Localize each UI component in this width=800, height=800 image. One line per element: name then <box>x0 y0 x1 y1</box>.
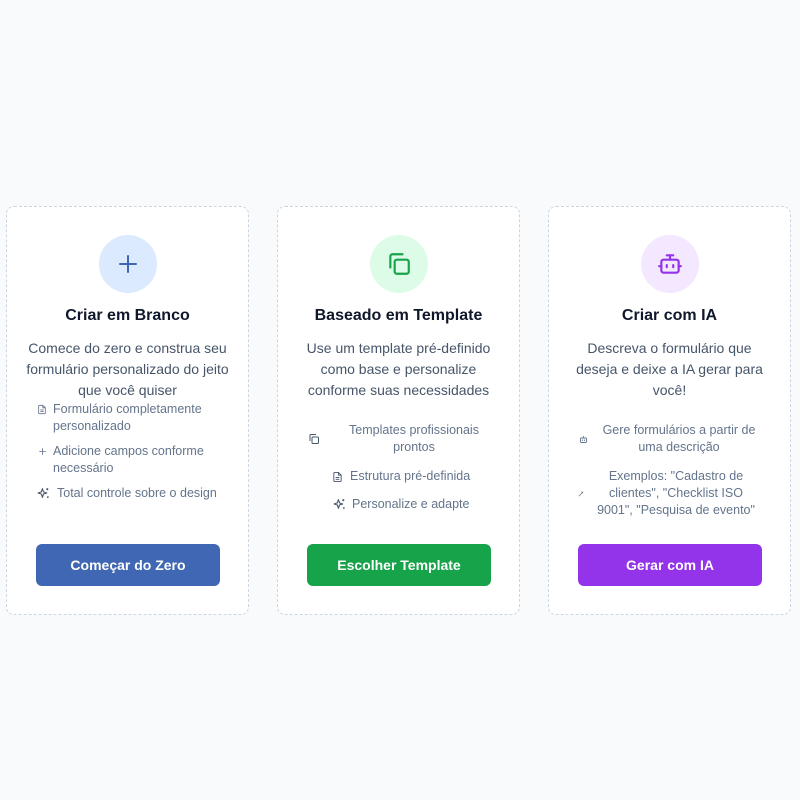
feature-text: Templates profissionais prontos <box>349 423 479 454</box>
sparkles-icon <box>332 496 346 513</box>
feature-item: Templates profissionais prontos <box>306 422 496 456</box>
sparkles-icon <box>35 485 51 502</box>
card-title: Baseado em Template <box>314 307 483 324</box>
feature-item: Estrutura pré-definida <box>330 468 480 485</box>
feature-text: Formulário completamente personalizado <box>53 402 202 433</box>
file-text-icon <box>35 401 49 418</box>
feature-item: Exemplos: "Cadastro de clientes", "Check… <box>577 468 761 519</box>
card-description: Use um template pré-definido como base e… <box>306 340 491 398</box>
bot-icon <box>640 235 699 293</box>
wand-icon <box>577 468 585 519</box>
feature-item: Formulário completamente personalizado <box>35 401 235 435</box>
card-ai[interactable]: Criar com IA Descreva o formulário que d… <box>548 206 791 615</box>
card-title: Criar com IA <box>621 307 718 324</box>
generate-with-ai-button[interactable]: Gerar com IA <box>578 544 762 586</box>
card-blank[interactable]: Criar em Branco Comece do zero e constru… <box>6 206 249 615</box>
choose-template-button[interactable]: Escolher Template <box>307 544 491 586</box>
feature-item: Personalize e adapte <box>332 496 482 513</box>
file-text-icon <box>330 468 344 485</box>
start-from-scratch-button[interactable]: Começar do Zero <box>36 544 220 586</box>
feature-text: Personalize e adapte <box>352 497 470 511</box>
feature-text: Exemplos: "Cadastro de clientes", "Check… <box>597 469 755 517</box>
copy-icon <box>369 235 428 293</box>
creation-options: Criar em Branco Comece do zero e constru… <box>0 0 800 800</box>
feature-item: Gere formulários a partir de uma descriç… <box>577 422 761 456</box>
plus-icon <box>35 443 49 460</box>
card-title: Criar em Branco <box>65 307 190 324</box>
plus-icon <box>98 235 157 293</box>
feature-text: Estrutura pré-definida <box>350 469 471 483</box>
bot-icon <box>577 422 589 456</box>
feature-text: Adicione campos conforme necessário <box>53 444 204 475</box>
copy-icon <box>306 422 322 456</box>
feature-text: Total controle sobre o design <box>57 486 217 500</box>
feature-item: Adicione campos conforme necessário <box>35 443 235 477</box>
card-description: Descreva o formulário que deseja e deixe… <box>576 340 763 398</box>
feature-text: Gere formulários a partir de uma descriç… <box>602 423 756 454</box>
card-template[interactable]: Baseado em Template Use um template pré-… <box>277 206 520 615</box>
feature-item: Total controle sobre o design <box>35 485 235 502</box>
card-description: Comece do zero e construa seu formulário… <box>26 340 229 398</box>
